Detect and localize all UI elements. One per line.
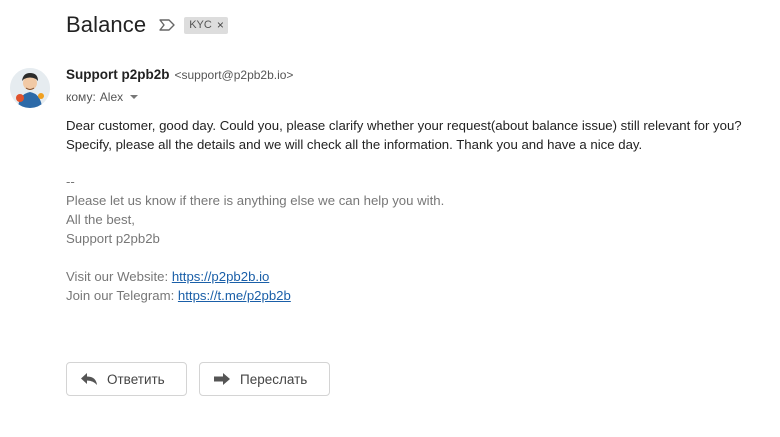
avatar[interactable] [10,68,50,108]
chevron-down-icon[interactable] [130,95,139,99]
body-line: Dear customer, good day. Could you, plea… [66,118,742,133]
body-line: Specify, please all the details and we w… [66,137,643,152]
email-subject: Balance [66,12,147,37]
telegram-link[interactable]: https://t.me/p2pb2b [178,288,291,303]
signature-separator: -- [66,174,75,189]
label-chip-kyc[interactable]: KYC × [184,16,228,34]
signature-line: Please let us know if there is anything … [66,193,445,208]
website-link[interactable]: https://p2pb2b.io [172,269,270,284]
recipient-row: кому: Alex [66,90,139,104]
recipient-name: Alex [99,90,124,104]
reply-button-label: Ответить [107,371,165,387]
signature-spacer [66,248,444,267]
reply-button[interactable]: Ответить [66,362,187,396]
label-arrow-icon[interactable] [158,18,176,32]
reply-arrow-icon [80,372,98,386]
sender-name[interactable]: Support p2pb2b [66,67,170,82]
sender-row: Support p2pb2b <support@p2pb2b.io> [66,67,293,82]
forward-arrow-icon [213,372,231,386]
website-row: Visit our Website: https://p2pb2b.io [66,267,444,286]
sender-email: <support@p2pb2b.io> [174,68,294,82]
website-label: Visit our Website: [66,269,169,284]
telegram-row: Join our Telegram: https://t.me/p2pb2b [66,286,444,305]
telegram-label: Join our Telegram: [66,288,175,303]
signature: -- Please let us know if there is anythi… [66,172,444,305]
forward-button[interactable]: Переслать [199,362,330,396]
signature-line: All the best, [66,212,135,227]
subject-row: Balance KYC × [66,10,228,40]
label-chip-text: KYC [189,18,212,31]
signature-line: Support p2pb2b [66,231,160,246]
recipient-prefix: кому: [66,90,96,104]
message-body: Dear customer, good day. Could you, plea… [66,116,766,154]
close-icon[interactable]: × [217,17,224,34]
forward-button-label: Переслать [240,371,308,387]
